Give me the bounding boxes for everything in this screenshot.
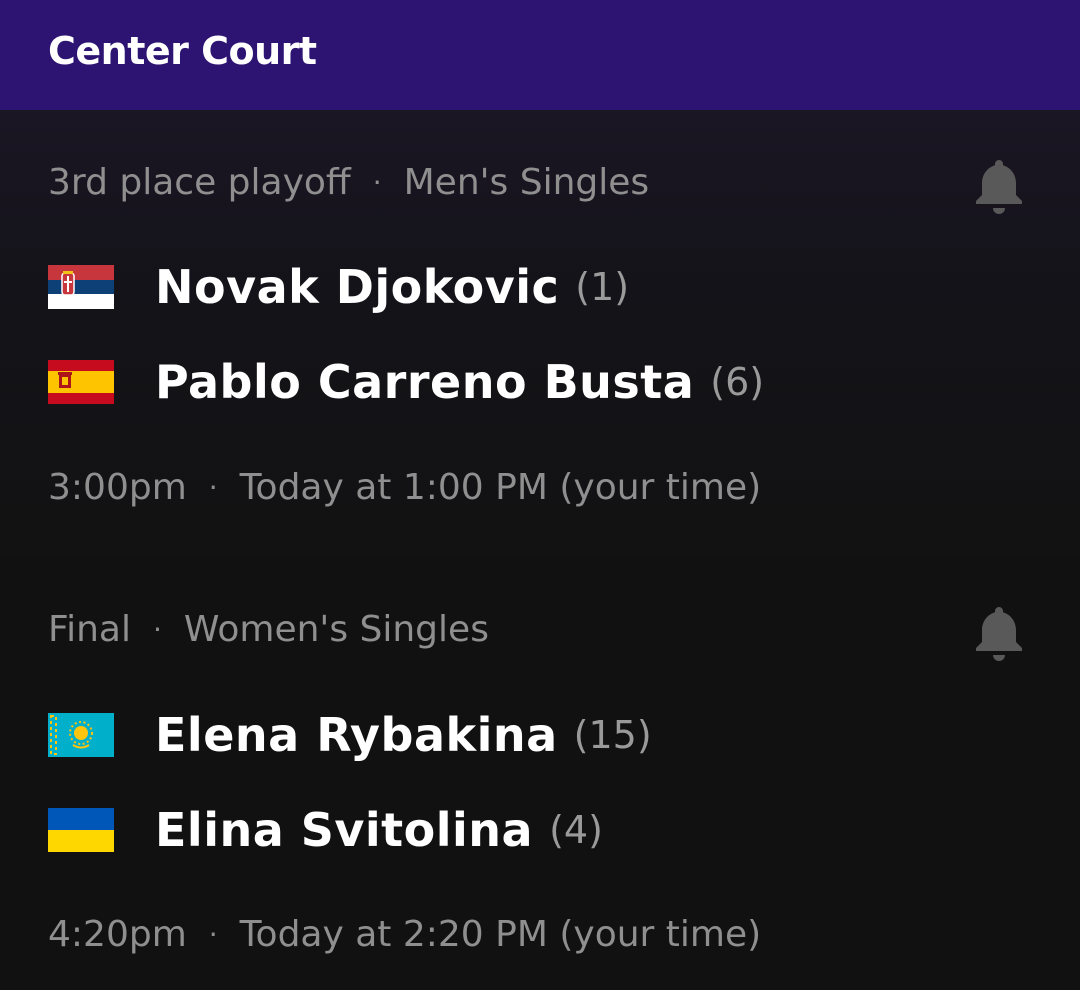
player-seed: (1) <box>575 265 630 309</box>
match-round: 3rd place playoff <box>48 162 351 203</box>
separator-dot: · <box>208 918 218 951</box>
page-title: Center Court <box>48 29 317 73</box>
match-meta: 3rd place playoff · Men's Singles <box>48 162 649 203</box>
player-row: Pablo Carreno Busta (6) <box>48 355 764 409</box>
kazakhstan-flag-icon <box>48 713 114 757</box>
player-name: Elena Rybakina <box>155 708 558 762</box>
match-time: 4:20pm · Today at 2:20 PM (your time) <box>48 914 761 955</box>
match-card[interactable]: Final · Women's Singles Elena Rybakina (… <box>0 557 1080 990</box>
separator-dot: · <box>372 166 382 199</box>
app-header: Center Court <box>0 0 1080 110</box>
separator-dot: · <box>208 471 218 504</box>
separator-dot: · <box>152 613 162 646</box>
serbia-flag-icon <box>48 265 114 309</box>
spain-flag-icon <box>48 360 114 404</box>
player-name: Elina Svitolina <box>155 803 534 857</box>
player-row: Novak Djokovic (1) <box>48 260 629 314</box>
player-seed: (15) <box>573 713 652 757</box>
bell-icon[interactable] <box>974 158 1024 216</box>
player-name: Novak Djokovic <box>155 260 560 314</box>
match-event: Women's Singles <box>183 609 489 650</box>
match-card[interactable]: 3rd place playoff · Men's Singles Novak … <box>0 110 1080 557</box>
player-seed: (6) <box>710 360 765 404</box>
match-round: Final <box>48 609 131 650</box>
your-time: Today at 1:00 PM (your time) <box>239 467 762 508</box>
ukraine-flag-icon <box>48 808 114 852</box>
local-time: 4:20pm <box>48 914 187 955</box>
player-name: Pablo Carreno Busta <box>155 355 695 409</box>
player-seed: (4) <box>549 808 603 852</box>
match-time: 3:00pm · Today at 1:00 PM (your time) <box>48 467 761 508</box>
match-event: Men's Singles <box>403 162 650 203</box>
your-time: Today at 2:20 PM (your time) <box>239 914 762 955</box>
player-row: Elina Svitolina (4) <box>48 803 603 857</box>
player-row: Elena Rybakina (15) <box>48 708 652 762</box>
local-time: 3:00pm <box>48 467 187 508</box>
match-meta: Final · Women's Singles <box>48 609 489 650</box>
bell-icon[interactable] <box>974 605 1024 663</box>
